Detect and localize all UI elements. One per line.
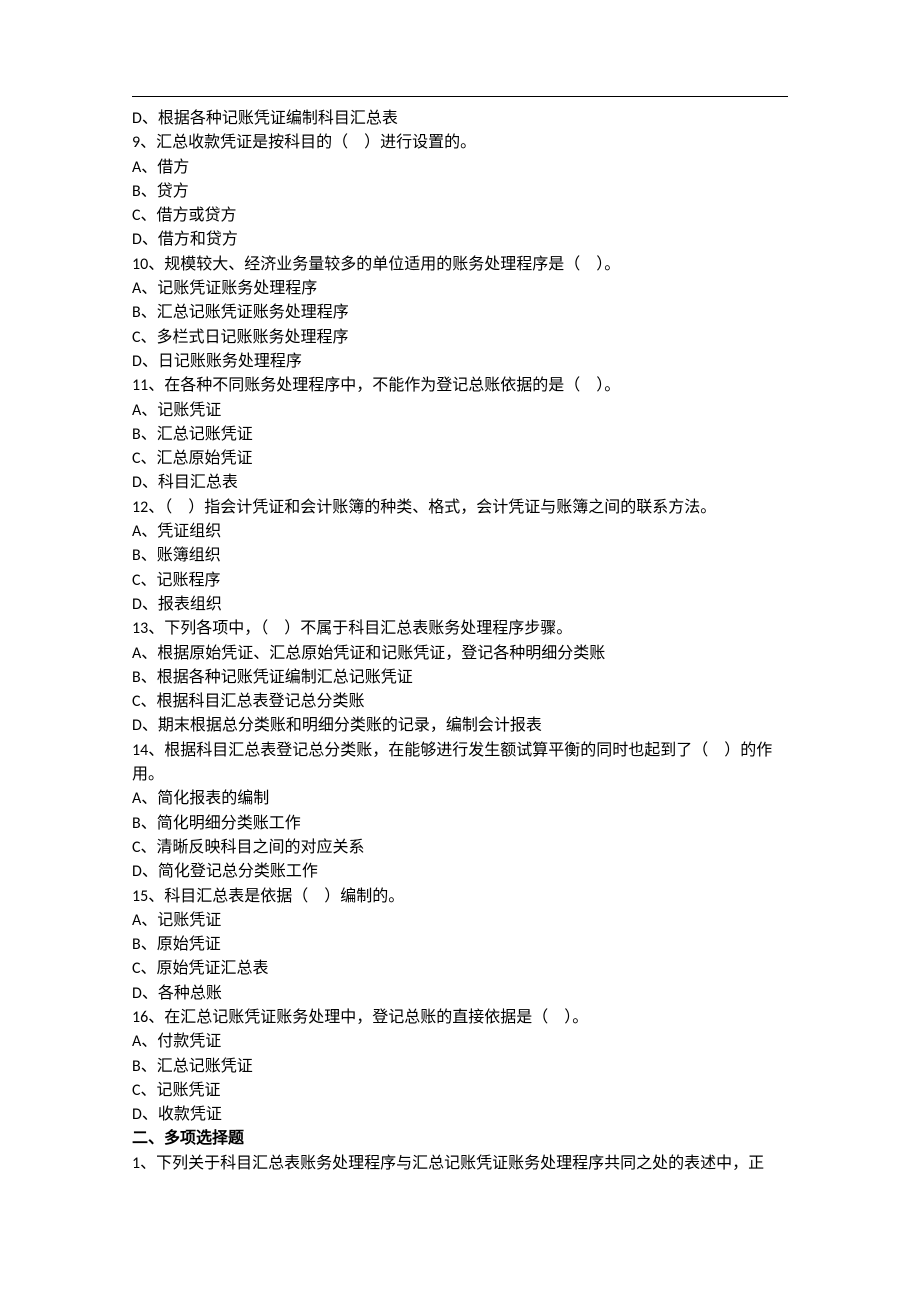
- text-line: C、记账凭证: [132, 1079, 788, 1103]
- text-line: B、汇总记账凭证: [132, 423, 788, 447]
- text-line: A、记账凭证: [132, 399, 788, 423]
- text-line: B、简化明细分类账工作: [132, 812, 788, 836]
- document-page: D、根据各种记账凭证编制科目汇总表9、汇总收款凭证是按科目的（ ）进行设置的。A…: [0, 0, 920, 1302]
- text-line: C、多栏式日记账账务处理程序: [132, 326, 788, 350]
- text-line: B、汇总记账凭证: [132, 1055, 788, 1079]
- text-line: A、借方: [132, 156, 788, 180]
- text-line: D、根据各种记账凭证编制科目汇总表: [132, 107, 788, 131]
- text-line: 9、汇总收款凭证是按科目的（ ）进行设置的。: [132, 131, 788, 155]
- text-line: 13、下列各项中，（ ）不属于科目汇总表账务处理程序步骤。: [132, 617, 788, 641]
- text-content: D、根据各种记账凭证编制科目汇总表9、汇总收款凭证是按科目的（ ）进行设置的。A…: [132, 107, 788, 1176]
- text-line: B、汇总记账凭证账务处理程序: [132, 301, 788, 325]
- text-line: 12、（ ）指会计凭证和会计账簿的种类、格式，会计凭证与账簿之间的联系方法。: [132, 496, 788, 520]
- text-line: A、凭证组织: [132, 520, 788, 544]
- text-line: 15、科目汇总表是依据（ ）编制的。: [132, 885, 788, 909]
- text-line: A、付款凭证: [132, 1030, 788, 1054]
- text-line: 10、规模较大、经济业务量较多的单位适用的账务处理程序是（ ）。: [132, 253, 788, 277]
- text-line: D、日记账账务处理程序: [132, 350, 788, 374]
- text-line: B、根据各种记账凭证编制汇总记账凭证: [132, 666, 788, 690]
- text-line: A、根据原始凭证、汇总原始凭证和记账凭证，登记各种明细分类账: [132, 642, 788, 666]
- text-line: D、科目汇总表: [132, 471, 788, 495]
- text-line: C、汇总原始凭证: [132, 447, 788, 471]
- text-line: 14、根据科目汇总表登记总分类账，在能够进行发生额试算平衡的同时也起到了（ ）的…: [132, 739, 788, 763]
- text-line: C、原始凭证汇总表: [132, 957, 788, 981]
- text-line: 16、在汇总记账凭证账务处理中，登记总账的直接依据是（ ）。: [132, 1006, 788, 1030]
- text-line: A、记账凭证账务处理程序: [132, 277, 788, 301]
- text-line: A、简化报表的编制: [132, 787, 788, 811]
- text-line: C、借方或贷方: [132, 204, 788, 228]
- text-line: D、借方和贷方: [132, 228, 788, 252]
- text-line: B、账簿组织: [132, 544, 788, 568]
- text-line: 11、在各种不同账务处理程序中，不能作为登记总账依据的是（ ）。: [132, 374, 788, 398]
- text-line: D、报表组织: [132, 593, 788, 617]
- text-line: B、贷方: [132, 180, 788, 204]
- section-heading: 二、多项选择题: [132, 1127, 788, 1151]
- text-line: D、收款凭证: [132, 1103, 788, 1127]
- text-line: 1、下列关于科目汇总表账务处理程序与汇总记账凭证账务处理程序共同之处的表述中，正: [132, 1152, 788, 1176]
- text-line: A、记账凭证: [132, 909, 788, 933]
- text-line: C、清晰反映科目之间的对应关系: [132, 836, 788, 860]
- text-line: C、根据科目汇总表登记总分类账: [132, 690, 788, 714]
- text-line: C、记账程序: [132, 569, 788, 593]
- text-line: 用。: [132, 763, 788, 787]
- text-line: D、简化登记总分类账工作: [132, 860, 788, 884]
- text-line: D、各种总账: [132, 982, 788, 1006]
- text-line: D、期末根据总分类账和明细分类账的记录，编制会计报表: [132, 714, 788, 738]
- horizontal-rule: [132, 96, 788, 97]
- text-line: B、原始凭证: [132, 933, 788, 957]
